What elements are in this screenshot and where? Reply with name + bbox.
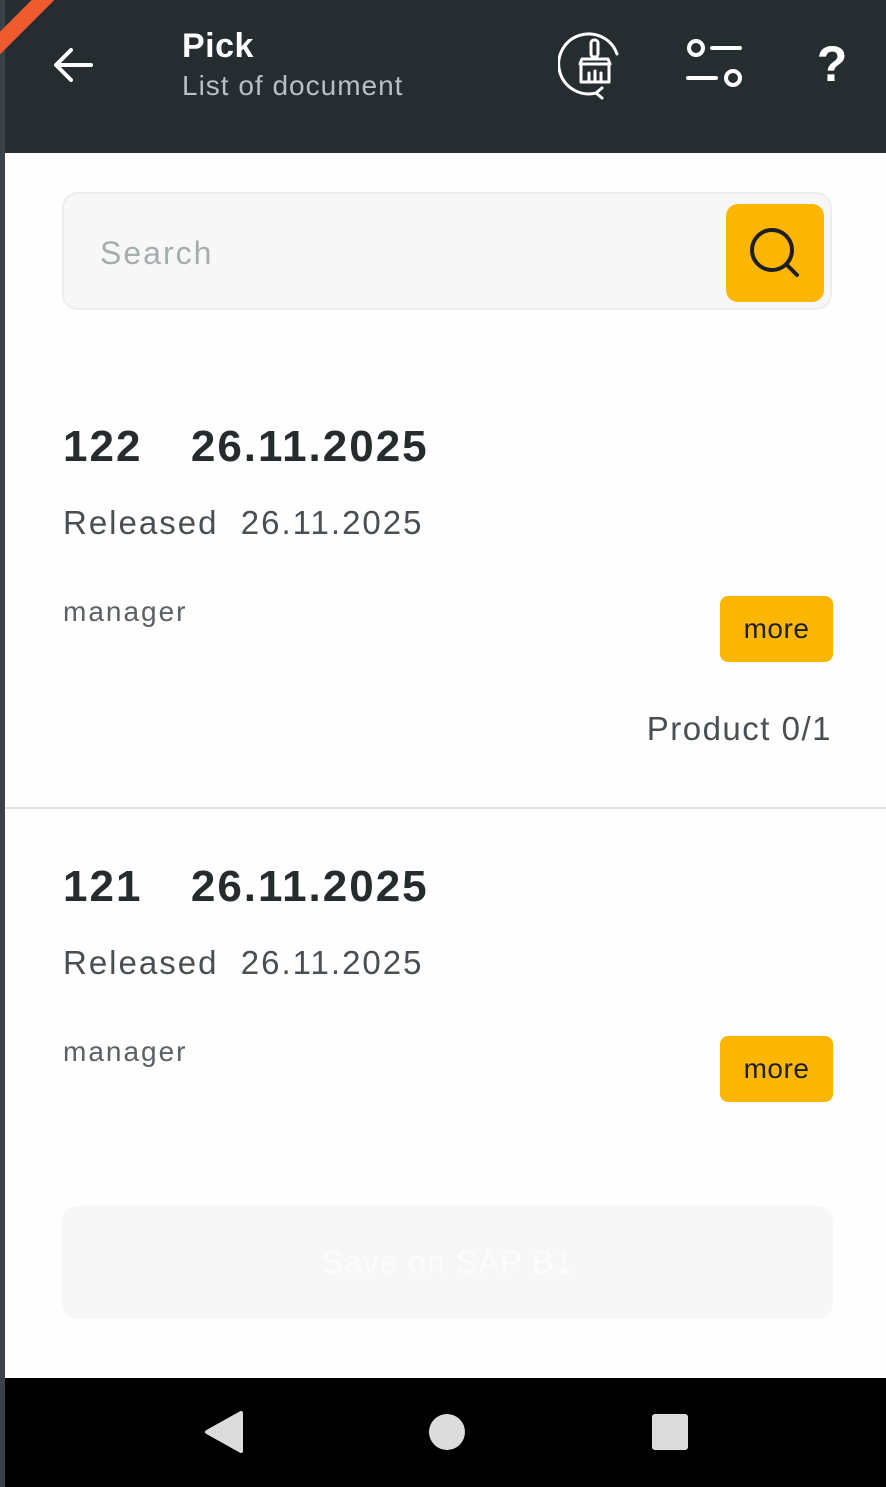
triangle-back-icon: [205, 1411, 243, 1453]
search-bar: [62, 192, 832, 310]
page-title: Pick: [182, 27, 254, 65]
nav-recent-button[interactable]: [634, 1396, 706, 1468]
nav-home-button[interactable]: [411, 1396, 483, 1468]
square-recent-icon: [652, 1414, 688, 1450]
filter-button[interactable]: [678, 28, 750, 100]
clean-button[interactable]: [558, 28, 630, 100]
system-nav-bar: [0, 1378, 886, 1487]
filter-settings-icon: [686, 39, 742, 87]
screen: Pick List of document ? Search 122 26.11…: [0, 0, 886, 1487]
window-edge: [0, 0, 5, 1487]
document-user: manager: [63, 596, 188, 627]
more-button[interactable]: more: [720, 1036, 833, 1102]
document-card[interactable]: 121 26.11.2025 Released 26.11.2025 manag…: [0, 840, 886, 1140]
document-status: Released 26.11.2025: [63, 944, 424, 981]
divider: [0, 807, 886, 809]
product-count: Product 0/1: [646, 710, 832, 747]
nav-back-button[interactable]: [188, 1396, 260, 1468]
document-title: 121 26.11.2025: [63, 862, 429, 911]
help-button[interactable]: ?: [796, 28, 868, 100]
document-status: Released 26.11.2025: [63, 504, 424, 541]
circle-home-icon: [429, 1414, 465, 1450]
app-bar: Pick List of document ?: [0, 0, 886, 153]
arrow-left-icon: [54, 48, 93, 82]
search-icon: [750, 228, 799, 277]
page-subtitle: List of document: [182, 70, 404, 101]
document-user: manager: [63, 1036, 188, 1067]
title-block: Pick List of document: [182, 26, 403, 106]
document-title: 122 26.11.2025: [63, 422, 429, 471]
clean-icon: [558, 32, 619, 100]
document-card[interactable]: 122 26.11.2025 Released 26.11.2025 manag…: [0, 400, 886, 808]
back-button[interactable]: [40, 32, 106, 98]
search-input[interactable]: [98, 224, 702, 282]
search-button[interactable]: [726, 204, 824, 302]
help-icon: ?: [816, 36, 848, 92]
save-button[interactable]: Save on SAP B1: [62, 1206, 833, 1319]
more-button[interactable]: more: [720, 596, 833, 662]
